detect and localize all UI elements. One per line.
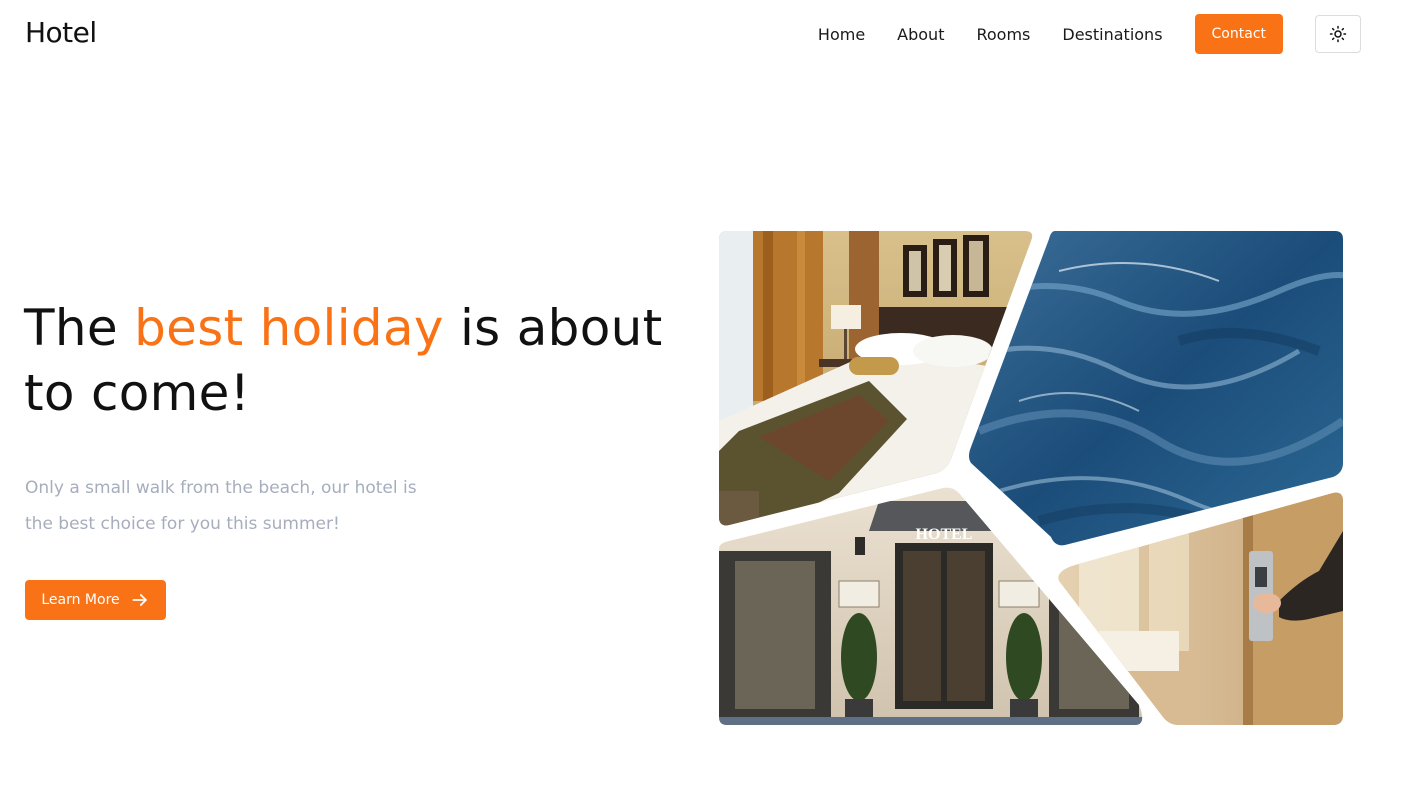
hero-title-start: The: [24, 299, 135, 357]
learn-more-button[interactable]: Learn More: [25, 580, 166, 620]
hero-title: The best holiday is about to come!: [24, 296, 704, 426]
nav-link-rooms[interactable]: Rooms: [976, 25, 1030, 44]
hotel-sign-text: HOTEL: [916, 526, 973, 543]
learn-more-label: Learn More: [41, 592, 120, 608]
hero-gallery: HOTEL: [719, 231, 1343, 725]
main-nav: Home About Rooms Destinations Contact: [818, 14, 1361, 54]
hero-subtitle: Only a small walk from the beach, our ho…: [25, 478, 417, 534]
sun-icon: [1329, 25, 1347, 43]
theme-toggle-button[interactable]: [1315, 15, 1361, 53]
contact-button[interactable]: Contact: [1194, 14, 1283, 54]
logo[interactable]: Hotel: [25, 16, 97, 49]
nav-link-destinations[interactable]: Destinations: [1062, 25, 1162, 44]
hero-title-accent: best holiday: [134, 299, 444, 357]
arrow-right-icon: [132, 594, 147, 606]
nav-link-about[interactable]: About: [897, 25, 944, 44]
nav-link-home[interactable]: Home: [818, 25, 865, 44]
